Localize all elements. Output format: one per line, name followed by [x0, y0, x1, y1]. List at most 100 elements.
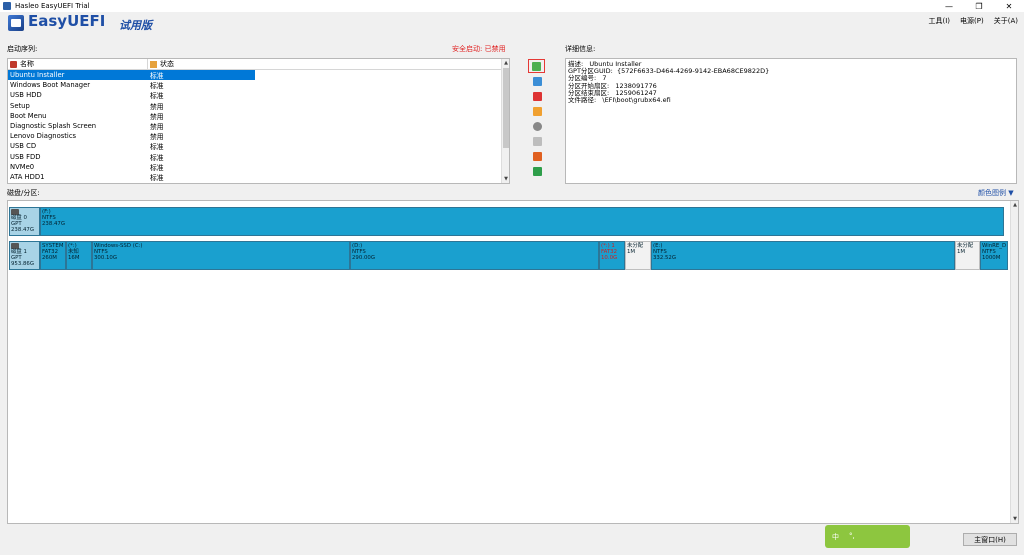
main-window-button[interactable]: 主窗口(H): [963, 533, 1017, 546]
partition[interactable]: Windows-SSD (C:) NTFS 300.10G: [92, 241, 350, 270]
scroll-thumb[interactable]: [503, 68, 509, 148]
partition-size: 10.0G: [601, 255, 618, 261]
boot-entry-row[interactable]: Setup 禁用: [8, 101, 509, 111]
column-name[interactable]: 名称: [8, 59, 148, 69]
boot-entry-row[interactable]: Diagnostic Splash Screen 禁用: [8, 121, 509, 131]
disk-partition-label: 磁盘/分区:: [7, 189, 40, 197]
entry-name: USB CD: [10, 142, 37, 151]
entry-status: 禁用: [150, 102, 164, 111]
entry-status: 标准: [150, 143, 164, 152]
column-status[interactable]: 状态: [148, 59, 174, 69]
partition-size: 1000M: [982, 255, 1001, 261]
tools-icon: [532, 152, 542, 161]
disk-size: 953.86G: [11, 261, 35, 267]
disk-0[interactable]: 磁盘 0 GPT 238.47G (F:) NTFS 238.47G: [9, 207, 1010, 236]
secure-boot-status: 安全启动: 已禁用: [452, 45, 506, 53]
partition-size: 300.10G: [94, 255, 118, 261]
disk-map: 磁盘 0 GPT 238.47G (F:) NTFS 238.47G 磁盘 1 …: [7, 200, 1019, 524]
entry-name: ATA HDD1: [10, 172, 45, 181]
partition-size: 1M: [957, 249, 966, 255]
add-entry-icon: [532, 61, 541, 71]
scroll-down-icon[interactable]: ▼: [1011, 515, 1019, 523]
column-name-label: 名称: [20, 60, 34, 68]
partition[interactable]: (F:) NTFS 238.47G: [40, 207, 1004, 236]
partition-size: 238.47G: [42, 221, 66, 227]
menu-about[interactable]: 关于(A): [994, 16, 1018, 26]
window-controls: — ❐ ✕: [934, 0, 1024, 12]
entry-name: NVMe0: [10, 162, 35, 171]
entry-name: USB HDD: [10, 91, 42, 100]
partition-size: 1M: [627, 249, 636, 255]
top-menu: 工具(I) 电源(P) 关于(A): [929, 16, 1018, 26]
app-icon: [3, 2, 11, 10]
disk-header[interactable]: 磁盘 1 GPT 953.86G: [9, 241, 40, 270]
boot-entry-row[interactable]: Lenovo Diagnostics 禁用: [8, 131, 509, 141]
disable-entry-button[interactable]: [529, 120, 545, 133]
entry-status: 标准: [150, 153, 164, 162]
window-title: Hasleo EasyUEFI Trial: [15, 2, 90, 10]
partition-highlighted[interactable]: (*:) 1 FAT32 10.0G: [599, 241, 625, 270]
entry-status: 禁用: [150, 112, 164, 121]
boot-order-label: 启动序列:: [7, 45, 38, 53]
delete-entry-button[interactable]: [529, 90, 545, 103]
color-legend-button[interactable]: 颜色图例 ▼: [978, 188, 1014, 198]
entry-name: Lenovo Diagnostics: [10, 132, 77, 141]
partition[interactable]: (D:) NTFS 290.00G: [350, 241, 599, 270]
app-header: [0, 12, 1024, 37]
partition-size: 332.52G: [653, 255, 677, 261]
boot-entry-row[interactable]: USB HDD 标准: [8, 90, 509, 100]
ime-indicator[interactable]: 中 °,: [825, 525, 910, 548]
brand-name: EasyUEFI: [28, 12, 106, 30]
boot-entry-row[interactable]: ATA HDD1 标准: [8, 172, 509, 182]
boot-entry-row[interactable]: Boot Menu 禁用: [8, 111, 509, 121]
disk-map-scrollbar[interactable]: ▲ ▼: [1010, 201, 1018, 523]
scroll-down-icon[interactable]: ▼: [502, 175, 510, 183]
chevron-down-icon: ▼: [1008, 189, 1014, 197]
window-titlebar: Hasleo EasyUEFI Trial — ❐ ✕: [0, 0, 1024, 12]
menu-tools[interactable]: 工具(I): [929, 16, 951, 26]
partition[interactable]: SYSTEM FAT32 260M: [40, 241, 66, 270]
backup-entry-button[interactable]: [529, 135, 545, 148]
detail-label: 详细信息:: [565, 45, 596, 53]
boot-entry-row[interactable]: NVMe0 标准: [8, 162, 509, 172]
partition[interactable]: WinRE_D NTFS 1000M: [980, 241, 1008, 270]
boot-entry-row[interactable]: Ubuntu Installer 标准: [8, 70, 255, 81]
scroll-up-icon[interactable]: ▲: [1011, 201, 1019, 209]
detail-line: 文件路径: \EFI\boot\grubx64.efi: [568, 96, 671, 105]
restore-icon[interactable]: ❐: [964, 0, 994, 12]
boot-entry-row[interactable]: USB CD 标准: [8, 141, 509, 151]
boot-list-scrollbar[interactable]: ▲ ▼: [501, 59, 509, 183]
ime-punctuation: °,: [849, 532, 855, 540]
repair-entry-button[interactable]: [529, 150, 545, 163]
boot-entry-list[interactable]: 名称 状态 Ubuntu Installer 标准 Windows Boot Ma…: [7, 58, 510, 184]
partition-size: 260M: [42, 255, 57, 261]
partition[interactable]: (*:) 未知 16M: [66, 241, 92, 270]
boot-entry-row[interactable]: Windows Boot Manager 标准: [8, 80, 509, 90]
one-time-boot-icon: [532, 167, 542, 176]
close-icon[interactable]: ✕: [994, 0, 1024, 12]
menu-power[interactable]: 电源(P): [960, 16, 984, 26]
disk-1[interactable]: 磁盘 1 GPT 953.86G SYSTEM FAT32 260M (*:) …: [9, 241, 1008, 270]
edit-entry-button[interactable]: [529, 105, 545, 118]
entry-status: 标准: [150, 92, 164, 101]
ime-mode: 中: [832, 533, 839, 541]
partition-size: 290.00G: [352, 255, 376, 261]
backup-entry-icon: [532, 137, 542, 146]
unallocated-space[interactable]: 未分配 1M: [955, 241, 980, 270]
entry-name: Ubuntu Installer: [10, 71, 65, 80]
entry-status: 禁用: [150, 123, 164, 132]
minimize-icon[interactable]: —: [934, 0, 964, 12]
boot-actions-toolbar: [528, 59, 546, 180]
boot-list-header: 名称 状态: [8, 59, 509, 70]
add-entry-button[interactable]: [529, 75, 545, 88]
boot-entry-row[interactable]: USB FDD 标准: [8, 152, 509, 162]
unallocated-space[interactable]: 未分配 1M: [625, 241, 651, 270]
disk-header[interactable]: 磁盘 0 GPT 238.47G: [9, 207, 40, 236]
scroll-up-icon[interactable]: ▲: [502, 59, 510, 67]
partition[interactable]: (E:) NTFS 332.52G: [651, 241, 955, 270]
delete-entry-icon: [532, 92, 542, 101]
disk-size: 238.47G: [11, 227, 35, 233]
create-entry-button[interactable]: [528, 59, 545, 73]
color-legend-label: 颜色图例: [978, 189, 1006, 197]
one-time-boot-button[interactable]: [529, 165, 545, 178]
